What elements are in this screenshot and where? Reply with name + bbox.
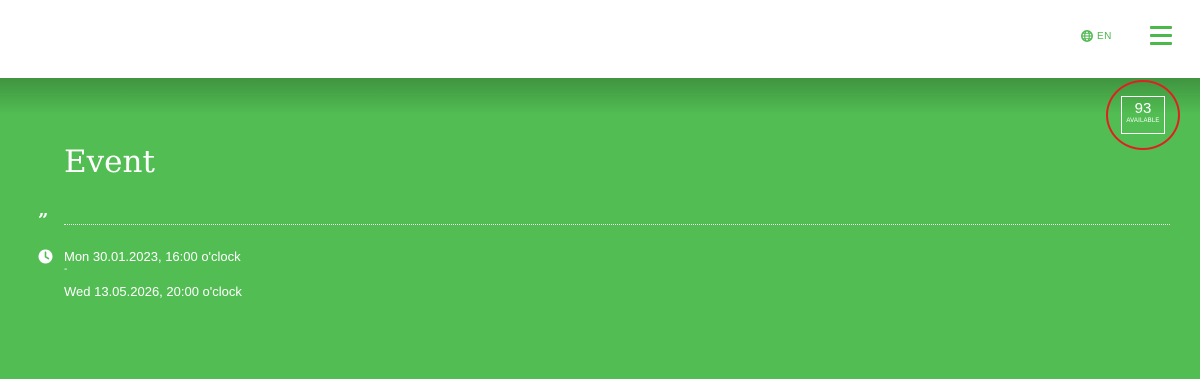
quote-icon: ” <box>38 210 49 231</box>
dotted-divider <box>64 224 1170 225</box>
clock-icon <box>38 249 53 264</box>
quote-row: ” <box>38 212 1170 232</box>
highlight-circle <box>1106 80 1180 150</box>
event-start-datetime: Mon 30.01.2023, 16:00 o'clock <box>64 249 241 264</box>
language-switcher[interactable]: EN <box>1081 30 1112 42</box>
date-separator: - <box>64 264 68 275</box>
event-title: Event <box>64 144 155 180</box>
hamburger-menu-icon[interactable] <box>1150 25 1172 45</box>
event-end-datetime: Wed 13.05.2026, 20:00 o'clock <box>64 284 242 299</box>
event-hero: 93 AVAILABLE Event ” Mon 30.01.2023, 16:… <box>0 78 1200 379</box>
header-shadow <box>0 78 1200 114</box>
top-navigation-bar: EN <box>0 0 1200 78</box>
globe-icon <box>1081 30 1093 42</box>
language-label: EN <box>1097 30 1112 42</box>
